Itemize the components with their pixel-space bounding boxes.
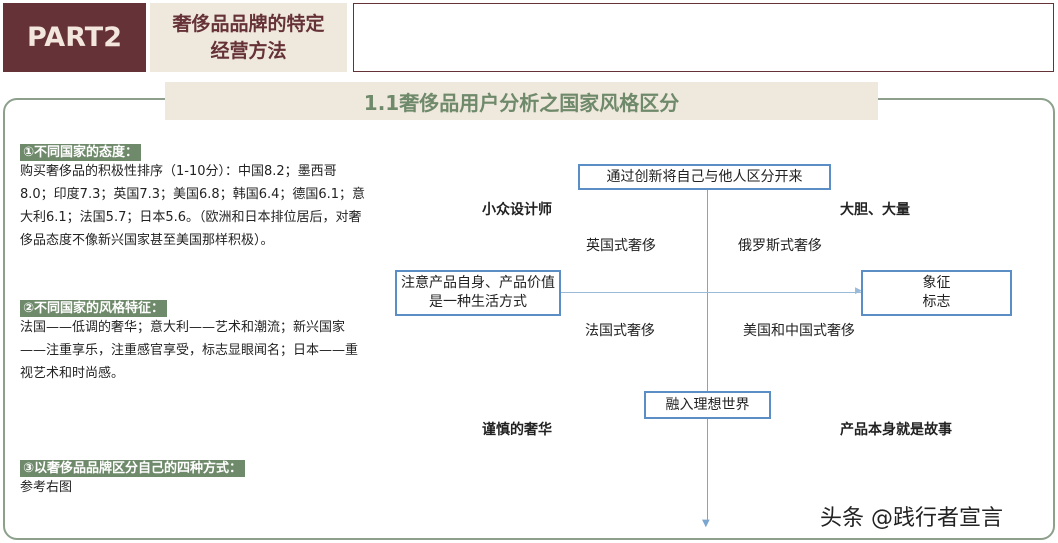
page-title: 1.1奢侈品用户分析之国家风格区分 xyxy=(165,82,878,120)
quadrant-bottom-left: 法国式奢侈 xyxy=(585,323,655,339)
top-box: 通过创新将自己与他人区分开来 xyxy=(578,164,831,190)
section-body: 参考右图 xyxy=(20,480,73,495)
right-box: 象征 标志 xyxy=(861,270,1012,316)
quadrant-bottom-right: 美国和中国式奢侈 xyxy=(743,323,855,339)
right-box-line1: 象征 xyxy=(922,275,951,291)
header-blank-box xyxy=(353,3,1054,72)
section-1: ①不同国家的态度： 购买奢侈品的积极性排序（1-10分）：中国8.2；墨西哥8.… xyxy=(20,141,370,252)
left-box: 注意产品自身、产品价值是一种生活方式 xyxy=(395,270,561,316)
section-heading: ②不同国家的风格特征： xyxy=(20,300,168,317)
subtitle-line2: 经营方法 xyxy=(210,39,287,62)
arrow-down-icon: ▼ xyxy=(702,518,710,529)
right-box-line2: 标志 xyxy=(922,294,951,310)
quadrant-top-right: 俄罗斯式奢侈 xyxy=(738,238,822,254)
horizontal-axis xyxy=(557,292,862,293)
bottom-right-label: 产品本身就是故事 xyxy=(840,422,952,438)
bottom-box: 融入理想世界 xyxy=(644,391,771,419)
top-left-label: 小众设计师 xyxy=(482,202,552,218)
section-body: 购买奢侈品的积极性排序（1-10分）：中国8.2；墨西哥8.0；印度7.3；英国… xyxy=(20,164,366,248)
top-right-label: 大胆、大量 xyxy=(840,202,910,218)
section-2: ②不同国家的风格特征： 法国——低调的奢华；意大利——艺术和潮流；新兴国家——注… xyxy=(20,297,370,385)
section-heading: ③以奢侈品品牌区分自己的四种方式： xyxy=(20,460,246,477)
section-body: 法国——低调的奢华；意大利——艺术和潮流；新兴国家——注重享乐，注重感官享受，标… xyxy=(20,320,359,381)
part-label: PART2 xyxy=(3,3,146,72)
section-subtitle: 奢侈品品牌的特定 经营方法 xyxy=(150,3,347,72)
section-heading: ①不同国家的态度： xyxy=(20,144,142,161)
bottom-left-label: 谨慎的奢华 xyxy=(482,422,552,438)
slide: PART2 奢侈品品牌的特定 经营方法 1.1奢侈品用户分析之国家风格区分 ①不同… xyxy=(0,0,1058,543)
subtitle-line1: 奢侈品品牌的特定 xyxy=(172,12,325,35)
vertical-axis xyxy=(707,188,708,523)
section-3: ③以奢侈品品牌区分自己的四种方式： 参考右图 xyxy=(20,457,370,499)
quadrant-top-left: 英国式奢侈 xyxy=(586,238,656,254)
watermark: 头条 @践行者宣言 xyxy=(820,506,1003,531)
